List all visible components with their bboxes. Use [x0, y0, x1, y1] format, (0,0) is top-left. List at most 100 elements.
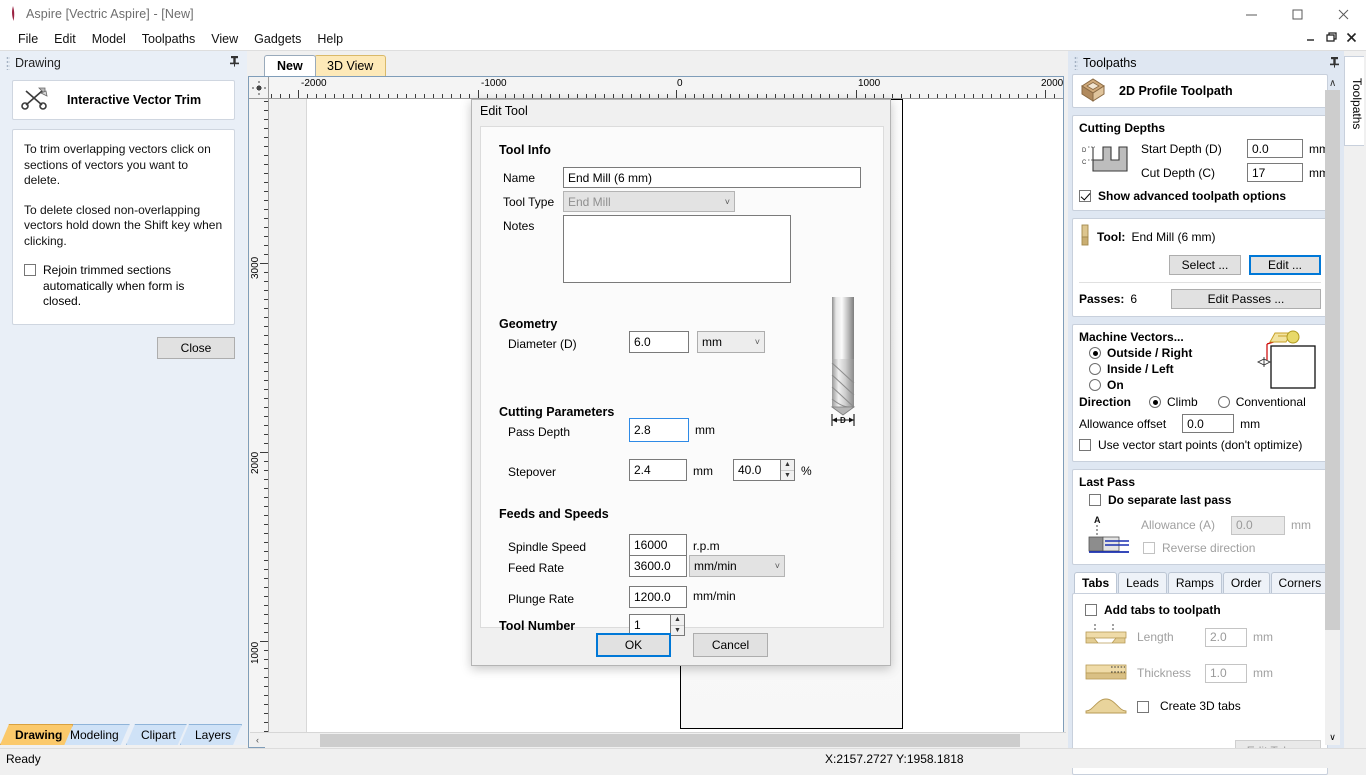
menu-edit[interactable]: Edit — [46, 30, 84, 48]
dock-grip-handle[interactable] — [6, 55, 10, 70]
maximize-button[interactable] — [1274, 0, 1320, 28]
ruler-h-tick — [604, 94, 605, 98]
canvas-horizontal-scrollbar[interactable]: ‹ — [250, 732, 1066, 748]
use-vector-start-checkbox[interactable] — [1079, 439, 1091, 451]
ruler-h-tick — [937, 94, 938, 98]
menu-toolpaths[interactable]: Toolpaths — [134, 30, 204, 48]
ruler-h-tick — [748, 94, 749, 98]
ruler-h-tick — [370, 94, 371, 98]
rtab-corners[interactable]: Corners — [1270, 571, 1330, 594]
mdi-restore-button[interactable] — [1324, 31, 1338, 47]
last-pass-allowance-unit: mm — [1291, 518, 1311, 532]
add-tabs-row[interactable]: Add tabs to toolpath — [1085, 603, 1321, 617]
end-mill-icon — [1079, 224, 1091, 249]
end-mill-preview-icon: D — [819, 297, 867, 430]
spindle-speed-input[interactable] — [629, 534, 687, 556]
pin-icon[interactable] — [229, 55, 240, 70]
radio-conventional[interactable] — [1217, 396, 1230, 408]
rtab-order[interactable]: Order — [1222, 571, 1270, 594]
stepover-input[interactable] — [629, 459, 687, 481]
select-tool-button[interactable]: Select ... — [1169, 255, 1241, 275]
do-separate-last-pass-checkbox[interactable] — [1089, 493, 1101, 506]
tool-type-select[interactable]: End Mill ˅ — [563, 191, 735, 212]
tool-group: Tool: End Mill (6 mm) Select ... Edit ..… — [1072, 218, 1328, 317]
horizontal-ruler[interactable]: -2000 -1000 0 1000 2000 — [269, 77, 1063, 99]
last-pass-allowance-input[interactable] — [1231, 515, 1285, 535]
pass-depth-input[interactable] — [629, 418, 689, 442]
diameter-input[interactable] — [629, 331, 689, 353]
right-dock-scroll-up-icon[interactable]: ∧ — [1329, 78, 1336, 89]
scroll-thumb[interactable] — [320, 733, 1020, 747]
rtab-tabs[interactable]: Tabs — [1074, 571, 1118, 594]
mdi-minimize-button[interactable] — [1304, 32, 1318, 47]
start-depth-input[interactable] — [1247, 139, 1303, 158]
cut-depth-input[interactable] — [1247, 163, 1303, 182]
tool-name-input[interactable] — [563, 167, 861, 188]
close-button[interactable] — [1320, 0, 1366, 28]
ruler-h-tick — [874, 94, 875, 98]
rtab-ramps[interactable]: Ramps — [1167, 571, 1222, 594]
edit-tool-button[interactable]: Edit ... — [1249, 255, 1321, 275]
cancel-button[interactable]: Cancel — [693, 633, 768, 657]
menu-view[interactable]: View — [203, 30, 246, 48]
reverse-direction-checkbox[interactable] — [1143, 541, 1155, 554]
use-vector-start-label: Use vector start points (don't optimize) — [1098, 438, 1303, 452]
mdi-close-button[interactable] — [1344, 32, 1358, 47]
minimize-button[interactable] — [1228, 0, 1274, 28]
create-3d-tabs-checkbox[interactable] — [1137, 700, 1149, 713]
plunge-rate-input[interactable] — [629, 586, 687, 608]
stepper-up-icon[interactable]: ▲ — [781, 460, 794, 471]
feed-rate-unit-select[interactable]: mm/min ˅ — [689, 555, 785, 577]
menu-model[interactable]: Model — [84, 30, 134, 48]
stepover-percent-input[interactable] — [733, 459, 781, 481]
option-climb[interactable]: Climb — [1149, 395, 1198, 409]
vertical-tab-toolpaths[interactable]: Toolpaths — [1344, 56, 1364, 146]
do-separate-last-pass-row[interactable]: Do separate last pass — [1089, 493, 1321, 507]
ruler-h-tick — [379, 94, 380, 98]
feed-rate-input[interactable] — [629, 555, 687, 577]
close-form-button[interactable]: Close — [157, 336, 235, 359]
menu-file[interactable]: File — [10, 30, 46, 48]
radio-climb[interactable] — [1149, 396, 1162, 408]
menu-bar: File Edit Model Toolpaths View Gadgets H… — [0, 28, 1366, 51]
rtab-leads[interactable]: Leads — [1118, 571, 1167, 594]
right-dock-pin-icon[interactable] — [1329, 56, 1340, 71]
use-vector-start-points-row[interactable]: Use vector start points (don't optimize) — [1079, 438, 1321, 454]
right-dock-grip-handle[interactable] — [1074, 55, 1078, 70]
rejoin-checkbox[interactable] — [24, 264, 36, 276]
stepover-percent-stepper[interactable]: ▲ ▼ — [781, 459, 795, 481]
dialog-button-row: OK Cancel — [472, 633, 892, 657]
show-advanced-checkbox[interactable] — [1079, 190, 1091, 202]
tab-thickness-input[interactable] — [1205, 663, 1247, 683]
ruler-v-tick — [264, 317, 268, 318]
scroll-track[interactable] — [265, 732, 1066, 748]
ok-button[interactable]: OK — [596, 633, 671, 657]
reverse-direction-row[interactable]: Reverse direction — [1143, 541, 1255, 557]
ruler-v-tick — [264, 551, 268, 552]
doc-tab-new[interactable]: New — [264, 55, 316, 76]
right-dock-scrollbar-thumb[interactable] — [1325, 90, 1340, 630]
tab-drawing[interactable]: Drawing — [0, 724, 73, 745]
ruler-h-tick — [586, 94, 587, 98]
vertical-ruler[interactable]: 3000200010000 — [249, 99, 269, 747]
radio-outside-right[interactable] — [1089, 347, 1101, 359]
menu-gadgets[interactable]: Gadgets — [246, 30, 309, 48]
add-tabs-checkbox[interactable] — [1085, 603, 1097, 616]
tab-clipart[interactable]: Clipart — [126, 724, 187, 745]
radio-on[interactable] — [1089, 379, 1101, 391]
diameter-unit-select[interactable]: mm ˅ — [697, 331, 765, 353]
menu-help[interactable]: Help — [309, 30, 351, 48]
tab-length-input[interactable] — [1205, 627, 1247, 647]
rejoin-trimmed-sections-row[interactable]: Rejoin trimmed sections automatically wh… — [24, 263, 223, 310]
tab-layers[interactable]: Layers — [180, 724, 242, 745]
right-dock-scroll-down-icon[interactable]: ∨ — [1325, 730, 1340, 745]
scroll-left-arrow-icon[interactable]: ‹ — [250, 733, 265, 748]
tool-number-stepper-up-icon[interactable]: ▲ — [671, 615, 684, 626]
notes-textarea[interactable] — [563, 215, 791, 283]
radio-inside-left[interactable] — [1089, 363, 1101, 375]
allowance-offset-input[interactable] — [1182, 414, 1235, 433]
stepper-down-icon[interactable]: ▼ — [781, 470, 794, 480]
show-advanced-options-row[interactable]: Show advanced toolpath options — [1079, 189, 1321, 203]
doc-tab-3d-view[interactable]: 3D View — [314, 55, 387, 76]
edit-passes-button[interactable]: Edit Passes ... — [1171, 289, 1321, 309]
